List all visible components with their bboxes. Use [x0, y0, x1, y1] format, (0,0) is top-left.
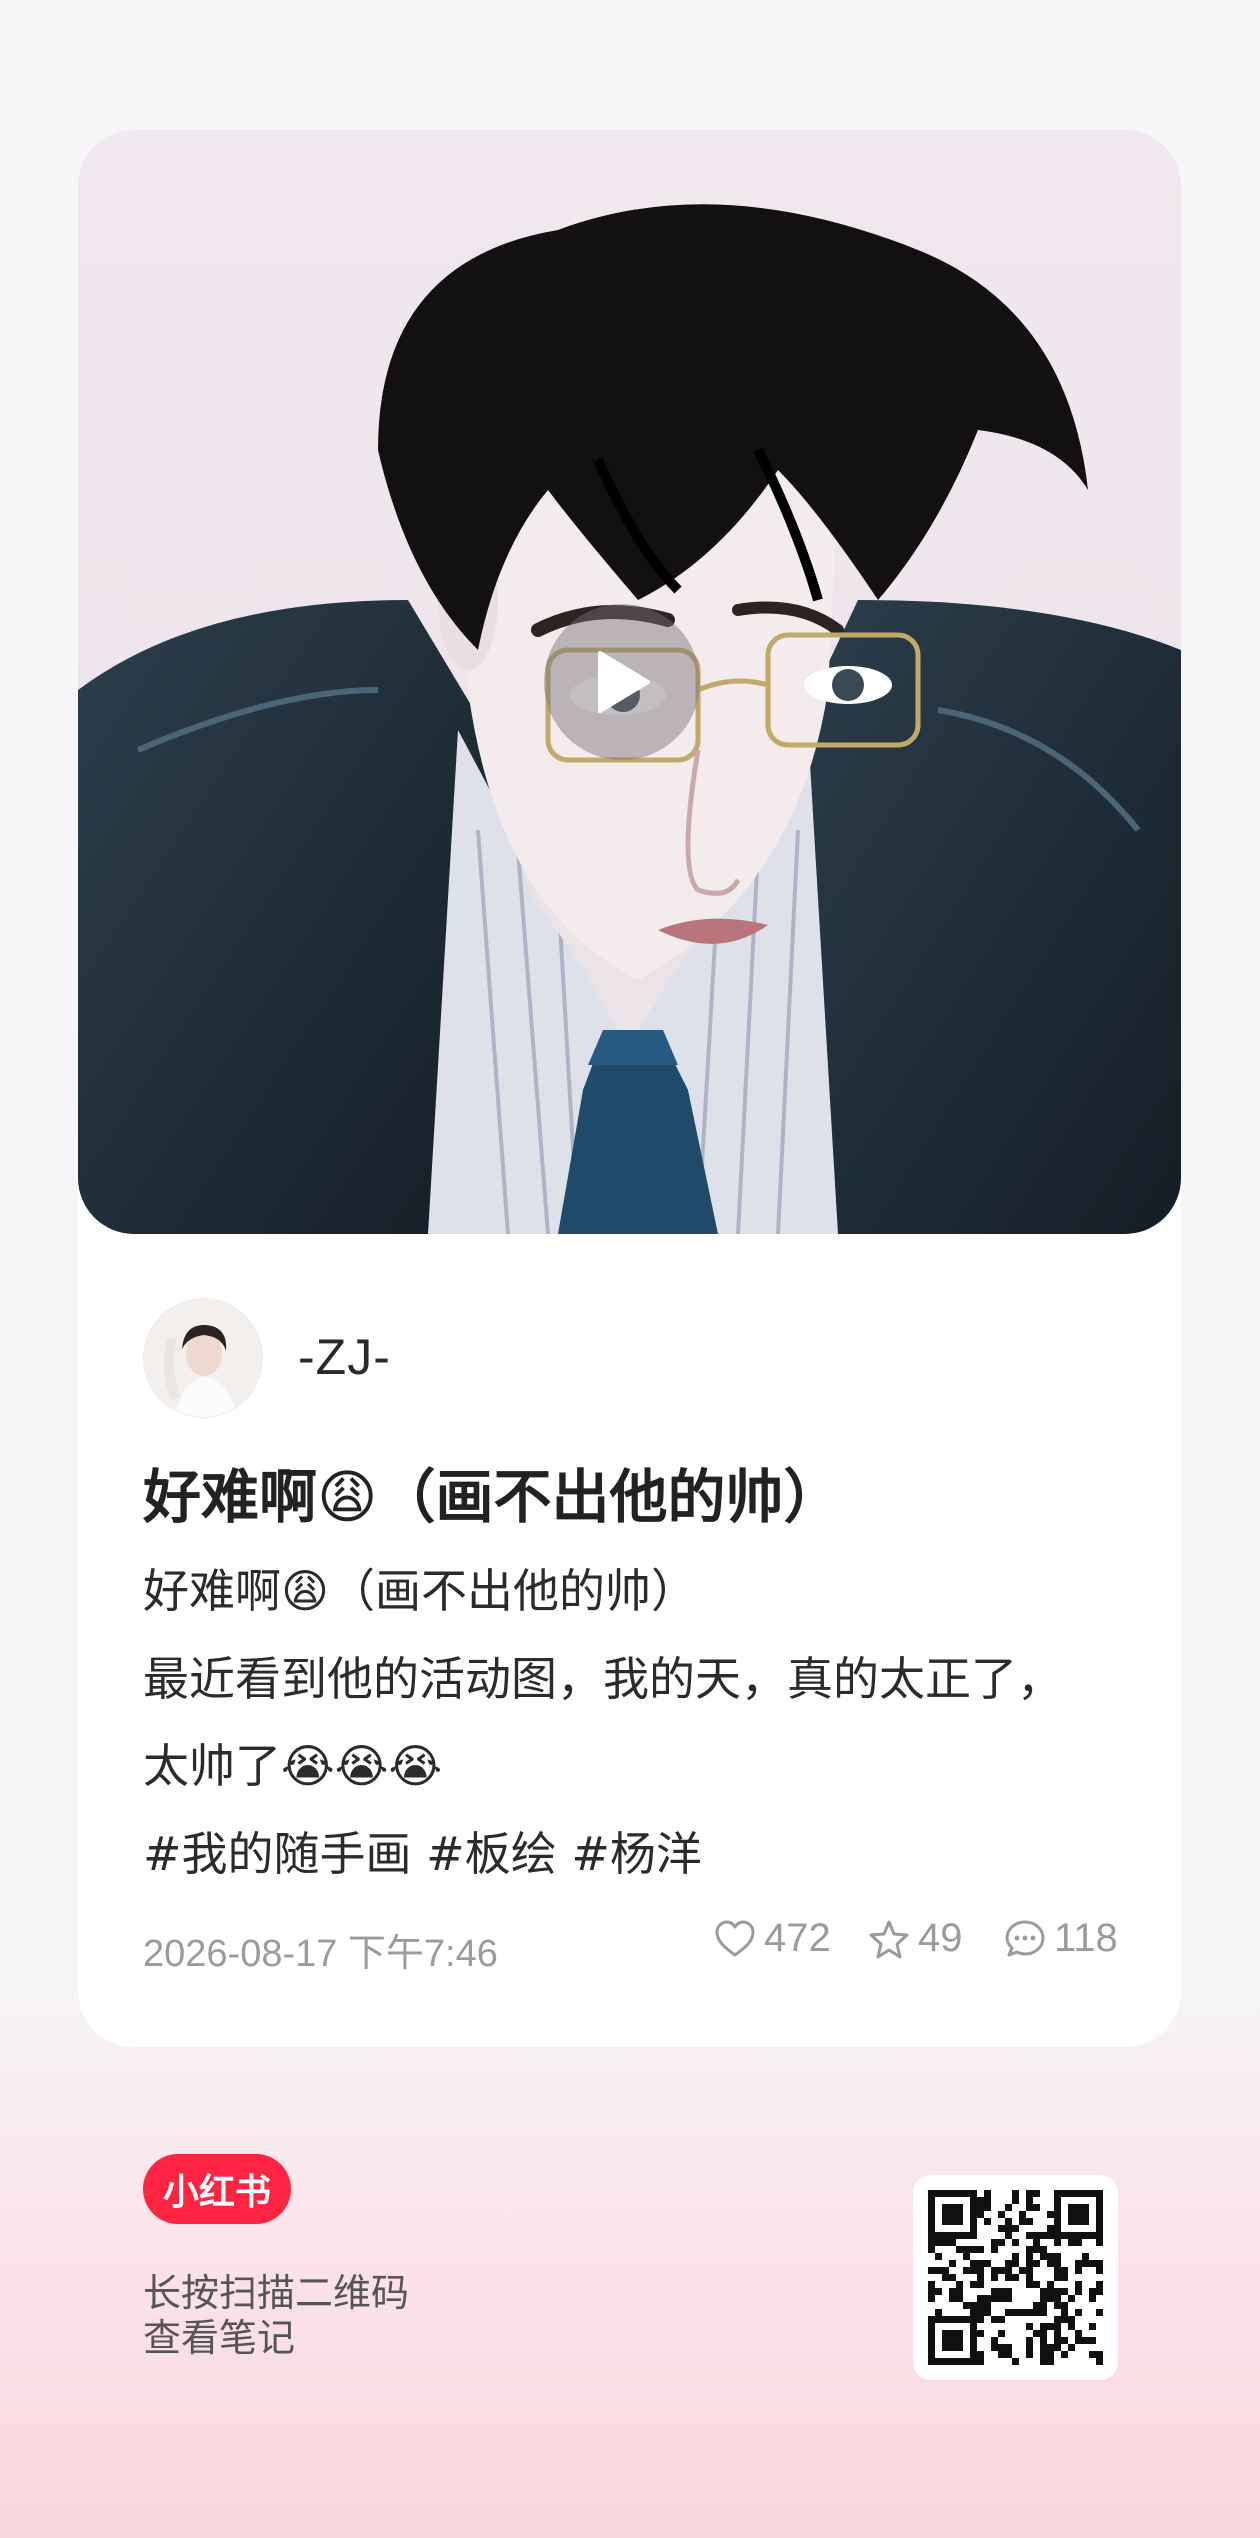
qr-code-image [913, 2175, 1118, 2380]
star-count: 49 [918, 1916, 963, 1960]
avatar[interactable] [143, 1298, 263, 1418]
comment-stat[interactable]: 118 [1004, 1916, 1118, 1961]
cover-image[interactable] [78, 130, 1181, 1234]
heart-icon [715, 1920, 755, 1956]
star-stat[interactable]: 49 [868, 1916, 963, 1961]
star-icon [869, 1920, 909, 1958]
note-card[interactable]: -ZJ- 好难啊😩（画不出他的帅） 好难啊😩（画不出他的帅） 最近看到他的活动图… [78, 130, 1181, 2047]
play-button[interactable] [544, 604, 700, 760]
body-line-3: 太帅了😭😭😭 [143, 1739, 443, 1793]
brand-logo: 小红书 [143, 2154, 291, 2224]
author-name[interactable]: -ZJ- [298, 1328, 391, 1386]
play-icon [598, 651, 650, 713]
like-stat[interactable]: 472 [714, 1916, 831, 1961]
scan-hint-line-2: 查看笔记 [143, 2316, 296, 2360]
post-date: 2026-08-17 下午7:46 [143, 1933, 498, 1975]
like-count: 472 [764, 1916, 831, 1960]
body-line-1: 好难啊😩（画不出他的帅） [143, 1564, 697, 1618]
avatar-image [144, 1299, 262, 1417]
comment-count: 118 [1054, 1916, 1118, 1960]
qr-code[interactable] [913, 2175, 1118, 2380]
comment-icon [1005, 1920, 1045, 1956]
hashtags[interactable]: #我的随手画 #板绘 #杨洋 [143, 1818, 702, 1884]
body-line-2: 最近看到他的活动图，我的天，真的太正了， [143, 1652, 1063, 1706]
post-title: 好难啊😩（画不出他的帅） [143, 1463, 842, 1531]
